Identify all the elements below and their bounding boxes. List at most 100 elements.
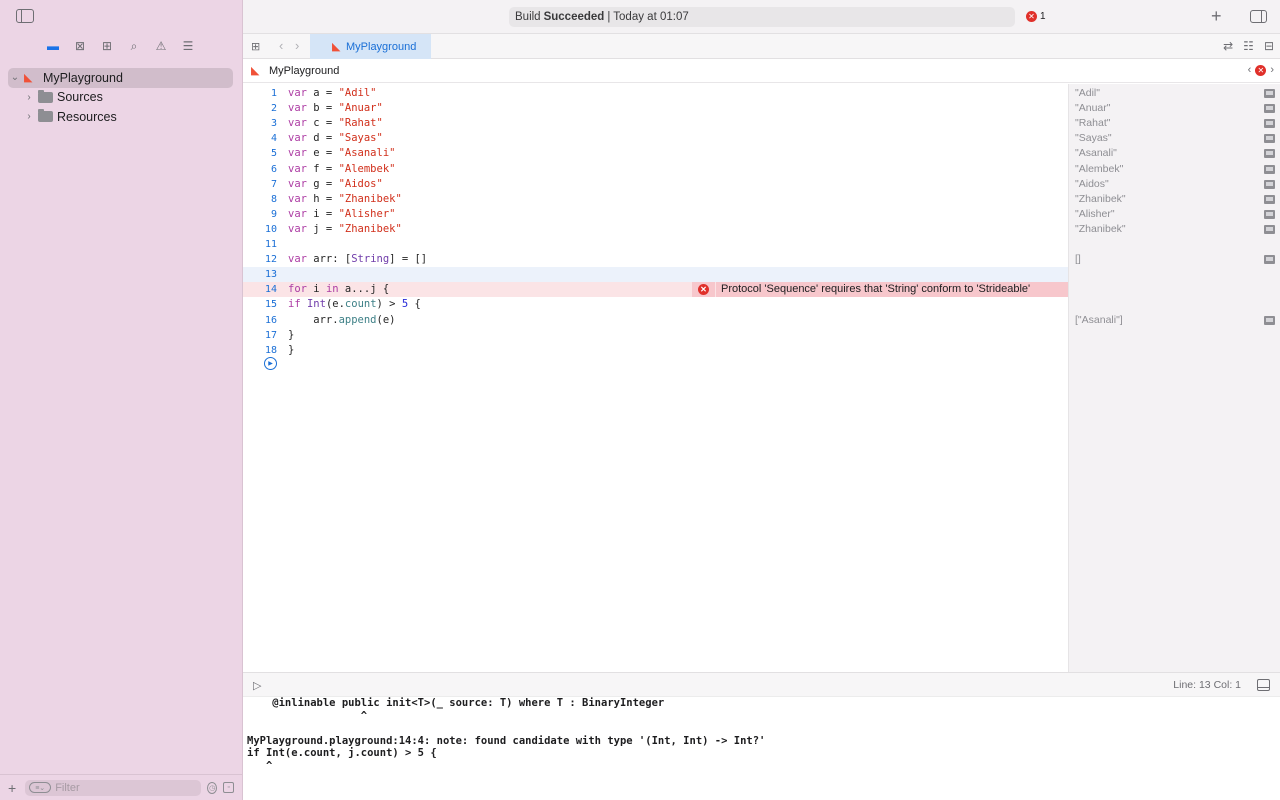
quick-look-icon[interactable] bbox=[1264, 255, 1275, 265]
code-line[interactable]: 13 bbox=[243, 267, 1068, 283]
split-editor-icon[interactable]: ⊟ bbox=[1264, 39, 1274, 53]
code-text[interactable]: if Int(e.count) > 5 { bbox=[288, 297, 421, 312]
report-icon[interactable]: ☰ bbox=[179, 38, 197, 54]
filter-input[interactable] bbox=[55, 781, 198, 794]
code-line[interactable]: 17} bbox=[243, 328, 1068, 343]
filter-icon[interactable]: ≡⌄ bbox=[29, 782, 52, 793]
code-text[interactable]: var j = "Zhanibek" bbox=[288, 222, 402, 237]
code-line[interactable]: 9 var i = "Alisher" bbox=[243, 207, 1068, 222]
related-items-icon[interactable]: ⊞ bbox=[251, 40, 263, 53]
tree-item-sources[interactable]: › Sources bbox=[8, 88, 233, 108]
quick-look-icon[interactable] bbox=[1264, 134, 1275, 144]
line-number[interactable]: 12 bbox=[257, 252, 277, 267]
tab-myplayground[interactable]: ◣ MyPlayground bbox=[310, 34, 431, 59]
console-output[interactable]: @inlinable public init<T>(_ source: T) w… bbox=[243, 697, 1280, 800]
code-line[interactable]: 10 var j = "Zhanibek" bbox=[243, 222, 1068, 237]
code-text[interactable]: var a = "Adil" bbox=[288, 86, 377, 101]
code-line[interactable]: 16 arr.append(e) bbox=[243, 313, 1068, 328]
quick-look-icon[interactable] bbox=[1264, 119, 1275, 129]
error-badge[interactable]: ✕ 1 bbox=[1026, 11, 1046, 22]
line-number[interactable]: 13 bbox=[257, 267, 277, 282]
error-icon[interactable]: ✕ bbox=[1255, 64, 1267, 76]
code-line[interactable]: 15 if Int(e.count) > 5 { bbox=[243, 297, 1068, 312]
console-toggle-icon[interactable] bbox=[1257, 679, 1270, 691]
line-number[interactable]: 1 bbox=[257, 86, 277, 101]
code-line[interactable]: 11 bbox=[243, 237, 1068, 252]
library-add-icon[interactable]: + bbox=[1211, 6, 1222, 27]
chevron-right-icon[interactable]: › bbox=[22, 111, 36, 122]
line-number[interactable]: 11 bbox=[257, 237, 277, 252]
code-text[interactable]: var h = "Zhanibek" bbox=[288, 192, 402, 207]
line-number[interactable]: 15 bbox=[257, 297, 277, 312]
forward-icon[interactable]: › bbox=[295, 38, 299, 53]
play-icon[interactable]: ▷ bbox=[253, 679, 261, 692]
quick-look-icon[interactable] bbox=[1264, 224, 1275, 234]
code-text[interactable]: var f = "Alembek" bbox=[288, 162, 395, 177]
add-icon[interactable]: + bbox=[8, 780, 19, 796]
code-text[interactable]: } bbox=[288, 343, 294, 358]
symbol-icon[interactable]: ⊞ bbox=[98, 38, 116, 54]
scope-icon[interactable]: ▫ bbox=[223, 782, 234, 793]
tree-item-resources[interactable]: › Resources bbox=[8, 107, 233, 127]
quick-look-icon[interactable] bbox=[1264, 164, 1275, 174]
quick-look-icon[interactable] bbox=[1264, 315, 1275, 325]
back-icon[interactable]: ‹ bbox=[279, 38, 283, 53]
quick-look-icon[interactable] bbox=[1264, 209, 1275, 219]
find-icon[interactable]: ⌕ bbox=[125, 38, 143, 54]
issue-icon[interactable]: ⚠ bbox=[152, 38, 170, 54]
code-line[interactable]: 4 var d = "Sayas" bbox=[243, 131, 1068, 146]
code-text[interactable]: var e = "Asanali" bbox=[288, 146, 395, 161]
next-issue-icon[interactable]: › bbox=[1270, 64, 1274, 76]
code-line[interactable]: 12 var arr: [String] = [] bbox=[243, 252, 1068, 267]
code-line[interactable]: 8 var h = "Zhanibek" bbox=[243, 192, 1068, 207]
inspector-toggle-icon[interactable] bbox=[1250, 10, 1267, 23]
code-text[interactable]: var arr: [String] = [] bbox=[288, 252, 427, 267]
sidebar-toggle-icon[interactable] bbox=[16, 9, 34, 23]
line-number[interactable]: 5 bbox=[257, 146, 277, 161]
code-line[interactable]: 5 var e = "Asanali" bbox=[243, 146, 1068, 161]
line-number[interactable]: 8 bbox=[257, 192, 277, 207]
code-text[interactable]: arr.append(e) bbox=[288, 313, 395, 328]
line-number[interactable]: 3 bbox=[257, 116, 277, 131]
code-text[interactable]: var b = "Anuar" bbox=[288, 101, 383, 116]
line-number[interactable]: 16 bbox=[257, 313, 277, 328]
code-line[interactable]: 14 for i in a...j { ✕ Protocol 'Sequence' r… bbox=[243, 282, 1068, 298]
swap-icon[interactable]: ⇄ bbox=[1223, 39, 1233, 53]
code-text[interactable]: var d = "Sayas" bbox=[288, 131, 383, 146]
code-line[interactable]: 18} bbox=[243, 343, 1068, 358]
line-number[interactable]: 2 bbox=[257, 101, 277, 116]
code-line[interactable]: 3 var c = "Rahat" bbox=[243, 116, 1068, 131]
source-editor[interactable]: 1 var a = "Adil" 2 var b = "Anuar" 3 var c = … bbox=[243, 84, 1068, 672]
source-control-icon[interactable]: ⊠ bbox=[71, 38, 89, 54]
code-text[interactable]: var i = "Alisher" bbox=[288, 207, 395, 222]
editor-options-icon[interactable]: ☷ bbox=[1243, 39, 1254, 53]
tree-item-myplayground[interactable]: ⌄ ◣ MyPlayground bbox=[8, 68, 233, 88]
line-number[interactable]: 18 bbox=[257, 343, 277, 358]
recent-files-icon[interactable]: ◷ bbox=[207, 781, 218, 794]
line-number[interactable]: 6 bbox=[257, 162, 277, 177]
inline-error-message[interactable]: ✕ Protocol 'Sequence' requires that 'Stri… bbox=[692, 282, 1068, 298]
folder-icon[interactable]: ▬ bbox=[44, 38, 62, 54]
previous-issue-icon[interactable]: ‹ bbox=[1248, 64, 1252, 76]
quick-look-icon[interactable] bbox=[1264, 179, 1275, 189]
code-line[interactable]: 7 var g = "Aidos" bbox=[243, 177, 1068, 192]
line-number[interactable]: 10 bbox=[257, 222, 277, 237]
code-text[interactable]: var g = "Aidos" bbox=[288, 177, 383, 192]
code-line[interactable]: 1 var a = "Adil" bbox=[243, 86, 1068, 101]
quick-look-icon[interactable] bbox=[1264, 194, 1275, 204]
code-line[interactable]: 6 var f = "Alembek" bbox=[243, 162, 1068, 177]
chevron-down-icon[interactable]: ⌄ bbox=[8, 72, 22, 83]
code-text[interactable]: for i in a...j { bbox=[288, 282, 389, 297]
chevron-right-icon[interactable]: › bbox=[22, 92, 36, 103]
quick-look-icon[interactable] bbox=[1264, 149, 1275, 159]
line-number[interactable]: 14 bbox=[257, 282, 277, 297]
quick-look-icon[interactable] bbox=[1264, 89, 1275, 98]
line-number[interactable]: 9 bbox=[257, 207, 277, 222]
line-number[interactable]: 4 bbox=[257, 131, 277, 146]
line-number[interactable]: 17 bbox=[257, 328, 277, 343]
jump-bar-file[interactable]: MyPlayground bbox=[269, 65, 339, 77]
code-text[interactable]: } bbox=[288, 328, 294, 343]
filter-field[interactable]: ≡⌄ bbox=[25, 779, 202, 796]
quick-look-icon[interactable] bbox=[1264, 104, 1275, 114]
run-to-line-icon[interactable]: ▶ bbox=[264, 357, 277, 370]
